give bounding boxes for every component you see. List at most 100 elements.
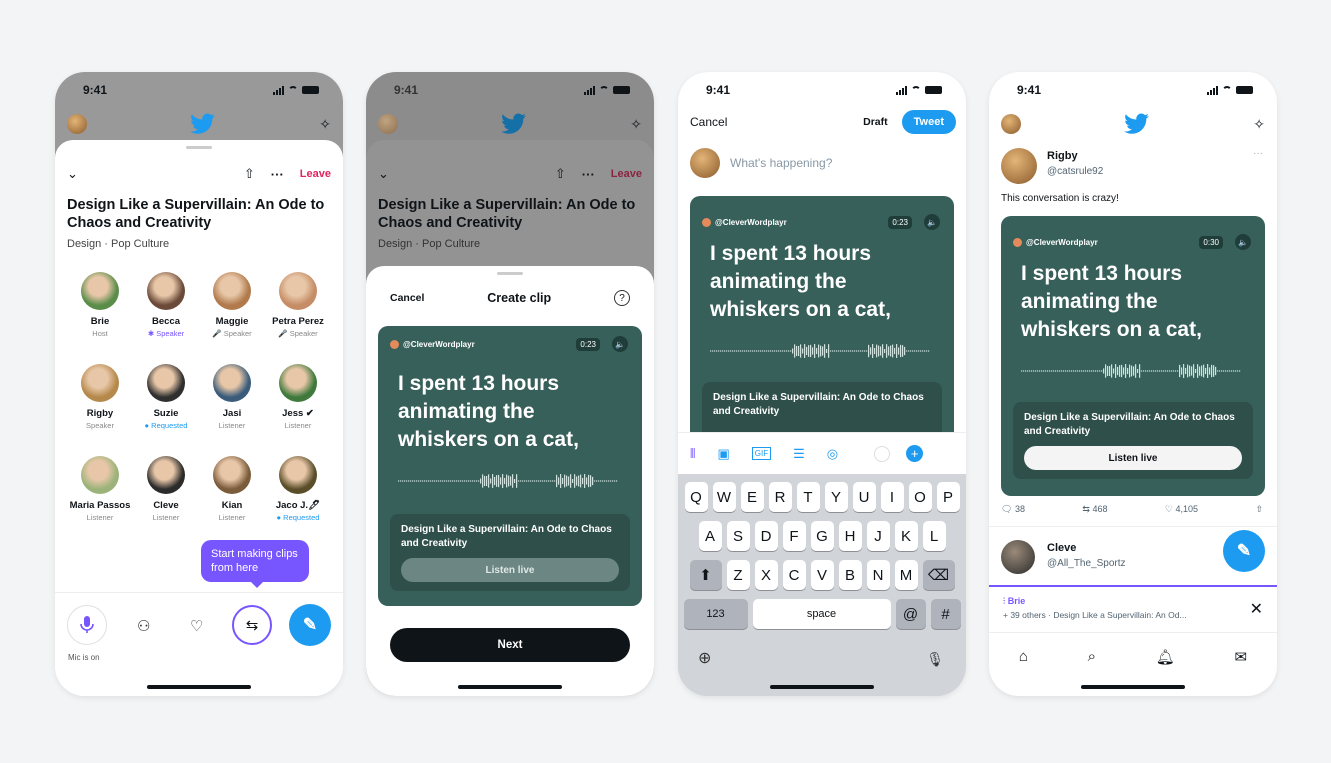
key-o[interactable]: O xyxy=(908,482,932,512)
key-s[interactable]: S xyxy=(726,521,750,551)
key-n[interactable]: N xyxy=(866,560,890,590)
key-b[interactable]: B xyxy=(838,560,862,590)
notifications-icon[interactable]: 🔔︎ xyxy=(1156,648,1175,666)
participant[interactable]: Cleve Listener xyxy=(133,456,199,532)
compose-button[interactable]: ✎ xyxy=(289,604,331,646)
at-key[interactable]: @ xyxy=(895,599,926,629)
key-a[interactable]: A xyxy=(698,521,722,551)
tweet-input[interactable]: What's happening? xyxy=(730,156,832,170)
participant[interactable]: Kian Listener xyxy=(199,456,265,532)
wave-bar xyxy=(1047,370,1049,372)
cancel-button[interactable]: Cancel xyxy=(390,292,424,304)
key-m[interactable]: M xyxy=(894,560,918,590)
participant[interactable]: Becca ✱ Speaker xyxy=(133,272,199,348)
mute-icon[interactable]: 🔈 xyxy=(924,214,940,230)
key-k[interactable]: K xyxy=(894,521,918,551)
author-avatar[interactable] xyxy=(1001,148,1037,184)
delete-key[interactable]: ⌫ xyxy=(922,560,955,590)
key-d[interactable]: D xyxy=(754,521,778,551)
wave-bar xyxy=(780,350,782,352)
cancel-button[interactable]: Cancel xyxy=(690,115,727,129)
people-icon[interactable]: ⚇ xyxy=(137,617,150,635)
next-button[interactable]: Next xyxy=(390,628,630,662)
tweet-more-icon[interactable]: ··· xyxy=(1253,148,1263,159)
tweet-button[interactable]: Tweet xyxy=(901,110,956,134)
participant[interactable]: Jess ✔ Listener xyxy=(265,364,331,440)
mute-icon[interactable]: 🔈 xyxy=(1235,234,1251,250)
numbers-key[interactable]: 123 xyxy=(683,599,748,629)
next-author-name[interactable]: Cleve xyxy=(1047,542,1076,554)
dictation-mic-icon[interactable]: 🎙 xyxy=(926,651,944,668)
key-q[interactable]: Q xyxy=(684,482,708,512)
participant[interactable]: Brie Host xyxy=(67,272,133,348)
like-button[interactable]: ♡ 4,105 xyxy=(1165,504,1198,515)
author-name[interactable]: Rigby xyxy=(1047,150,1078,162)
sheet-handle[interactable] xyxy=(186,146,212,149)
key-w[interactable]: W xyxy=(712,482,736,512)
participant[interactable]: Suzie ● Requested xyxy=(133,364,199,440)
key-z[interactable]: Z xyxy=(726,560,750,590)
help-icon[interactable]: ? xyxy=(613,290,630,306)
spaces-icon[interactable]: ⫴ xyxy=(690,446,695,462)
participant[interactable]: Rigby Speaker xyxy=(67,364,133,440)
close-icon[interactable]: ✕ xyxy=(1250,599,1263,619)
compose-button[interactable]: ✎ xyxy=(1223,530,1265,572)
key-c[interactable]: C xyxy=(782,560,806,590)
space-key[interactable]: space xyxy=(752,599,891,629)
participant[interactable]: Jasi Listener xyxy=(199,364,265,440)
key-x[interactable]: X xyxy=(754,560,778,590)
home-icon[interactable]: ⌂ xyxy=(1019,648,1028,666)
key-v[interactable]: V xyxy=(810,560,834,590)
next-avatar[interactable] xyxy=(1001,540,1035,574)
sparkle-icon[interactable]: ✧ xyxy=(1253,116,1265,133)
shift-key[interactable]: ⬆ xyxy=(689,560,722,590)
globe-icon[interactable]: ⊕ xyxy=(698,648,711,668)
mute-icon[interactable]: 🔈 xyxy=(612,336,628,352)
key-r[interactable]: R xyxy=(768,482,792,512)
participant[interactable]: Petra Perez 🎤 Speaker xyxy=(265,272,331,348)
more-icon[interactable]: ··· xyxy=(271,167,284,182)
key-e[interactable]: E xyxy=(740,482,764,512)
space-card-title: Design Like a Supervillain: An Ode to Ch… xyxy=(401,524,612,549)
location-icon[interactable]: ◎ xyxy=(827,446,838,462)
leave-button[interactable]: Leave xyxy=(300,168,331,180)
key-l[interactable]: L xyxy=(922,521,946,551)
key-u[interactable]: U xyxy=(852,482,876,512)
messages-icon[interactable]: ✉ xyxy=(1235,648,1248,666)
listen-live-button[interactable]: Listen live xyxy=(401,558,619,582)
retweet-icon: ⇆ xyxy=(245,617,259,634)
hash-key[interactable]: # xyxy=(930,599,961,629)
search-icon[interactable]: ⌕ xyxy=(1088,648,1096,666)
key-g[interactable]: G xyxy=(810,521,834,551)
mic-button[interactable] xyxy=(67,605,107,645)
clip-button[interactable]: ⇆ xyxy=(232,605,272,645)
draft-button[interactable]: Draft xyxy=(863,116,888,128)
gif-icon[interactable]: GIF xyxy=(751,447,772,460)
collapse-chevron-icon[interactable]: ⌄ xyxy=(67,166,78,182)
key-h[interactable]: H xyxy=(838,521,862,551)
share-icon[interactable]: ⇧ xyxy=(244,166,255,182)
reply-button[interactable]: 🗨︎ 38 xyxy=(1001,504,1025,515)
key-p[interactable]: P xyxy=(936,482,960,512)
participant[interactable]: Maria Passos Listener xyxy=(67,456,133,532)
key-y[interactable]: Y xyxy=(824,482,848,512)
participant[interactable]: Maggie 🎤 Speaker xyxy=(199,272,265,348)
listen-live-button[interactable]: Listen live xyxy=(1024,446,1242,470)
heart-icon[interactable]: ♡ xyxy=(190,617,203,635)
sheet-handle[interactable] xyxy=(497,272,523,275)
space-docked-bar[interactable]: ⫶ Brie + 39 others · Design Like a Super… xyxy=(989,587,1277,633)
key-f[interactable]: F xyxy=(782,521,806,551)
avatar[interactable] xyxy=(1001,114,1021,134)
wave-bar xyxy=(552,480,554,482)
retweet-button[interactable]: ⇆ 468 xyxy=(1082,504,1107,515)
participant[interactable]: Jaco J.🖊 ● Requested xyxy=(265,456,331,532)
share-icon[interactable]: ⇧ xyxy=(1255,504,1263,515)
add-thread-icon[interactable]: + xyxy=(906,445,924,462)
image-icon[interactable]: ▣ xyxy=(717,446,729,462)
sparkle-icon[interactable]: ✧ xyxy=(319,116,331,133)
key-t[interactable]: T xyxy=(796,482,820,512)
key-i[interactable]: I xyxy=(880,482,904,512)
poll-icon[interactable]: ☰ xyxy=(793,446,805,462)
key-j[interactable]: J xyxy=(866,521,890,551)
avatar[interactable] xyxy=(67,114,87,134)
